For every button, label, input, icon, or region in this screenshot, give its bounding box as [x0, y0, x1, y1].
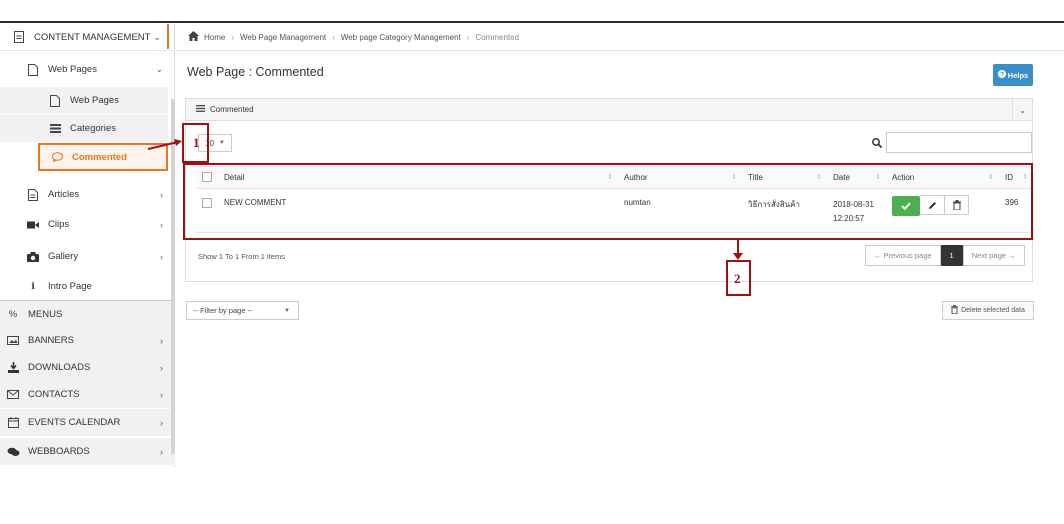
- page-button-current[interactable]: 1: [940, 245, 963, 266]
- document-icon: [12, 31, 26, 43]
- calendar-icon: [6, 417, 20, 428]
- comment-icon: [50, 152, 64, 162]
- annotation-box-2: [183, 163, 1033, 240]
- home-icon: [188, 31, 199, 43]
- download-icon: [6, 362, 20, 373]
- breadcrumb-separator: ›: [466, 32, 470, 42]
- filter-by-page-select[interactable]: -- Filter by page -- ▼: [186, 301, 299, 320]
- percent-icon: %: [8, 308, 18, 320]
- panel-collapse-button[interactable]: ⌄: [1012, 99, 1032, 121]
- annotation-arrow-1: [148, 139, 182, 150]
- svg-text:?: ?: [1000, 71, 1004, 78]
- sidebar-subitem-web-pages[interactable]: Web Pages: [0, 87, 168, 114]
- delete-selected-label: Delete selected data: [961, 307, 1025, 314]
- sidebar-item-content-management[interactable]: CONTENT MANAGEMENT ⌄: [0, 24, 175, 51]
- next-page-button[interactable]: Next page →: [962, 245, 1025, 266]
- sidebar-item-gallery[interactable]: Gallery ›: [0, 243, 175, 270]
- page-icon: [26, 63, 40, 76]
- chevron-right-icon: ›: [160, 251, 163, 262]
- search-input[interactable]: [886, 132, 1032, 153]
- sidebar-item-menus[interactable]: % MENUS: [0, 300, 175, 327]
- breadcrumb: Home › Web Page Management › Web page Ca…: [176, 24, 1064, 51]
- sidebar-item-webboards[interactable]: WEBBOARDS ›: [0, 438, 175, 465]
- info-icon: i: [31, 281, 35, 292]
- sidebar-item-label: MENUS: [28, 308, 63, 320]
- sidebar-item-label: Web Pages: [70, 95, 119, 106]
- chevron-right-icon: ›: [160, 189, 163, 200]
- panel-title: Commented: [210, 105, 254, 114]
- comments-icon: [6, 447, 20, 457]
- breadcrumb-current: Commented: [475, 32, 520, 42]
- video-camera-icon: [26, 221, 40, 229]
- envelope-icon: [6, 390, 20, 399]
- chevron-down-icon: ⌄: [155, 64, 163, 74]
- previous-page-button[interactable]: ← Previous page: [865, 245, 941, 266]
- chevron-right-icon: ›: [160, 219, 163, 230]
- sidebar-item-label: CONTACTS: [28, 389, 80, 400]
- sidebar-item-downloads[interactable]: DOWNLOADS ›: [0, 354, 175, 381]
- chevron-down-icon: ⌄: [153, 31, 161, 42]
- sidebar-item-label: Intro Page: [48, 281, 92, 292]
- annotation-number-2: 2: [734, 271, 741, 286]
- sidebar-item-events-calendar[interactable]: EVENTS CALENDAR ›: [0, 409, 175, 436]
- chevron-right-icon: ›: [160, 417, 163, 428]
- annotation-arrow-2: [733, 239, 743, 260]
- sidebar: CONTENT MANAGEMENT ⌄ Web Pages ⌄ Web Pag…: [0, 24, 175, 467]
- sidebar-item-clips[interactable]: Clips ›: [0, 211, 175, 238]
- search-icon: [869, 135, 885, 151]
- breadcrumb-web-page-management[interactable]: Web Page Management: [240, 33, 326, 42]
- sidebar-item-label: Web Pages: [48, 64, 97, 75]
- question-icon: ?: [997, 70, 1006, 80]
- camera-icon: [26, 251, 40, 262]
- filter-placeholder: -- Filter by page --: [193, 306, 253, 315]
- helps-label: Helps: [1007, 70, 1029, 80]
- sidebar-item-label: BANNERS: [28, 335, 74, 346]
- sidebar-subitem-categories[interactable]: Categories: [0, 115, 168, 142]
- sidebar-item-label: Clips: [48, 219, 70, 230]
- sidebar-item-label: EVENTS CALENDAR: [28, 417, 121, 428]
- sidebar-item-label: DOWNLOADS: [28, 362, 91, 373]
- helps-button[interactable]: ? Helps: [993, 64, 1033, 86]
- page-title: Web Page : Commented: [187, 65, 324, 79]
- delete-selected-button[interactable]: Delete selected data: [942, 301, 1034, 320]
- image-icon: [6, 336, 20, 345]
- breadcrumb-category-management[interactable]: Web page Category Management: [341, 33, 461, 42]
- pagination: ← Previous page 1 Next page →: [865, 245, 1025, 266]
- table-info-text: Show 1 To 1 From 1 items: [198, 252, 285, 261]
- sidebar-item-contacts[interactable]: CONTACTS ›: [0, 381, 175, 408]
- annotation-number-1: 1: [193, 135, 200, 150]
- chevron-right-icon: ›: [160, 446, 163, 457]
- sidebar-item-label: Gallery: [48, 251, 79, 262]
- trash-icon: [951, 305, 959, 316]
- chevron-right-icon: ›: [160, 362, 163, 373]
- main-content: Home › Web Page Management › Web page Ca…: [176, 24, 1064, 469]
- sidebar-item-label: CONTENT MANAGEMENT: [34, 31, 151, 43]
- list-icon: [48, 124, 62, 133]
- sidebar-item-label: Commented: [72, 151, 127, 163]
- breadcrumb-home[interactable]: Home: [204, 33, 225, 42]
- breadcrumb-separator: ›: [332, 32, 335, 42]
- page-icon: [48, 94, 62, 107]
- chevron-right-icon: ›: [160, 335, 163, 346]
- top-bar: [0, 0, 1064, 23]
- sidebar-scrollbar[interactable]: [171, 99, 175, 454]
- sidebar-item-banners[interactable]: BANNERS ›: [0, 327, 175, 354]
- menu-icon: [196, 105, 205, 114]
- sidebar-item-intro-page[interactable]: i Intro Page: [0, 273, 175, 300]
- panel-header: Commented ⌄: [186, 99, 1032, 121]
- caret-down-icon: ▼: [284, 307, 290, 314]
- sidebar-item-articles[interactable]: Articles ›: [0, 181, 175, 208]
- chevron-right-icon: ›: [160, 389, 163, 400]
- breadcrumb-separator: ›: [231, 32, 235, 42]
- sidebar-item-web-pages[interactable]: Web Pages ⌄: [0, 56, 175, 83]
- sidebar-item-label: Categories: [70, 123, 116, 134]
- sidebar-item-label: Articles: [48, 189, 80, 200]
- chevron-down-icon: ⌄: [1019, 105, 1026, 115]
- sidebar-item-label: WEBBOARDS: [28, 446, 90, 457]
- caret-down-icon: ▼: [218, 140, 225, 146]
- article-icon: [26, 188, 40, 201]
